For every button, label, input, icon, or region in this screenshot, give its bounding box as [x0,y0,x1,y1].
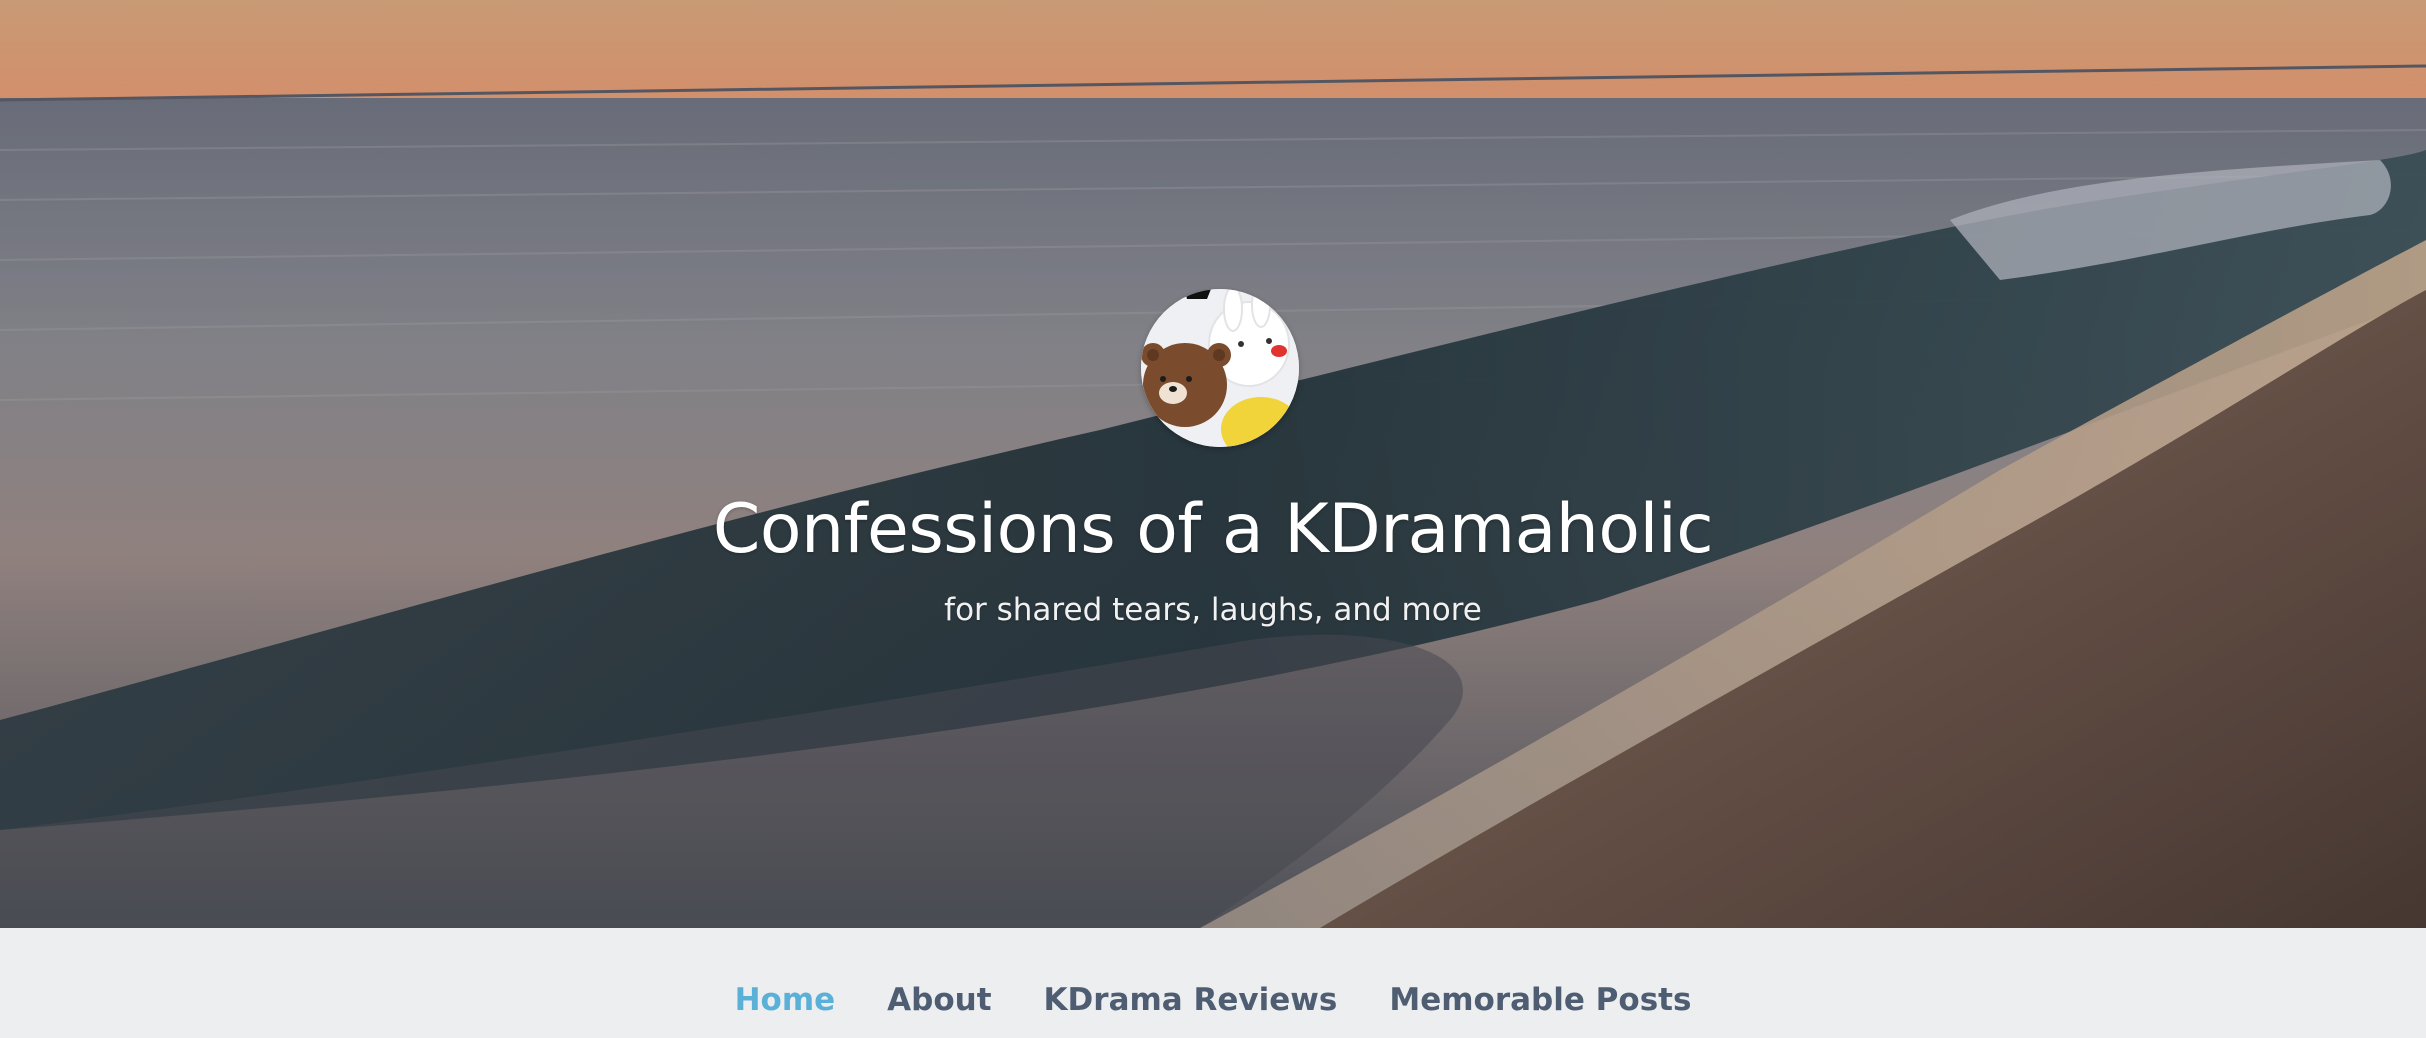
nav-item-about[interactable]: About [861,982,1017,1018]
bear-and-bunny-avatar-icon[interactable] [1141,289,1299,447]
nav-item-memorable-posts[interactable]: Memorable Posts [1363,982,1717,1018]
nav-item-kdrama-reviews[interactable]: KDrama Reviews [1018,982,1364,1018]
main-navigation: Home About KDrama Reviews Memorable Post… [0,928,2426,1038]
hero-overlay [0,0,2426,928]
nav-item-home[interactable]: Home [709,982,862,1018]
site-header: Confessions of a KDramaholic for shared … [0,0,2426,928]
nav-list: Home About KDrama Reviews Memorable Post… [0,980,2426,1020]
site-title[interactable]: Confessions of a KDramaholic [0,488,2426,572]
site-tagline: for shared tears, laughs, and more [944,592,1482,628]
